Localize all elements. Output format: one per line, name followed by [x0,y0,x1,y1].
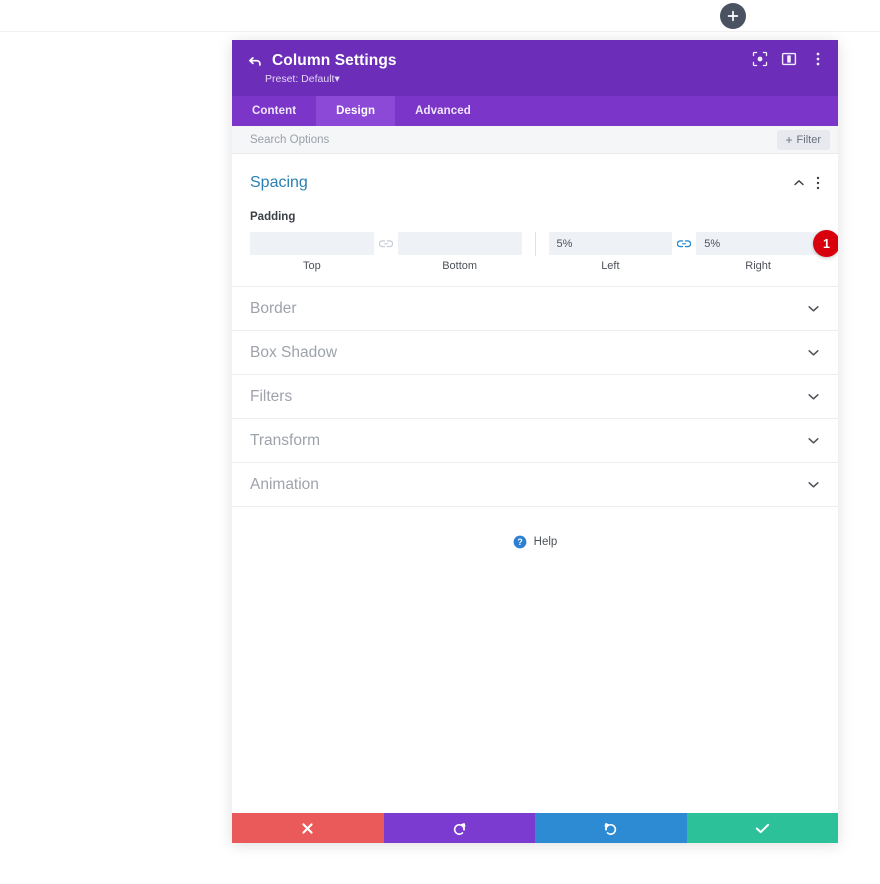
top-toolbar [0,0,880,32]
section-filters[interactable]: Filters [232,375,838,419]
section-box-shadow[interactable]: Box Shadow [232,331,838,375]
cancel-button[interactable] [232,813,384,843]
link-left-right-icon [677,239,692,247]
padding-bottom-input[interactable] [397,232,522,255]
preset-selector[interactable]: Preset: Default▾ [265,73,822,85]
tab-design[interactable]: Design [316,96,396,126]
redo-arrow-icon [604,822,617,835]
section-spacing-header[interactable]: Spacing [250,174,820,192]
save-button[interactable] [686,813,838,843]
section-box-shadow-title: Box Shadow [250,343,338,361]
check-icon [755,823,769,833]
page-title: Column Settings [272,52,397,69]
page-root: Column Settings Preset: Default▾ Content… [0,0,880,884]
padding-bottom-cell: Bottom [397,232,522,272]
section-spacing-title: Spacing [250,174,308,191]
settings-body: Spacing Padding Top Bottom 5% Left 5% Ri… [232,154,838,813]
filter-button-label: Filter [796,133,821,146]
help-label: Help [533,536,558,548]
plus-icon [727,10,739,22]
help-link[interactable]: ? Help [232,507,838,549]
section-border[interactable]: Border [232,287,838,331]
chevron-down-icon[interactable] [807,346,820,359]
filter-button[interactable]: + Filter [776,129,830,150]
modal-header: Column Settings Preset: Default▾ [232,40,838,96]
add-module-button[interactable] [720,3,746,29]
modal-header-actions [752,51,826,67]
padding-bottom-caption: Bottom [442,260,478,272]
back-arrow-icon[interactable] [248,54,263,69]
modal-tabs: Content Design Advanced [232,96,838,126]
chevron-down-icon[interactable] [807,478,820,491]
tab-advanced[interactable]: Advanced [395,96,491,126]
padding-left-right-group: Left Right [548,232,820,272]
modal-action-bar [232,813,838,843]
section-transform-title: Transform [250,431,321,449]
padding-top-caption: Top [303,260,321,272]
chevron-down-icon[interactable] [807,302,820,315]
padding-left-cell: Left [548,232,673,272]
section-animation-title: Animation [250,475,319,493]
padding-top-bottom-group: Top Bottom [250,232,522,272]
section-spacing-actions [793,176,820,190]
padding-right-input[interactable] [696,232,820,255]
section-spacing: Spacing Padding Top Bottom 5% Left 5% Ri… [232,154,838,287]
preset-caret-icon: ▾ [334,73,340,85]
section-transform[interactable]: Transform [232,419,838,463]
padding-left-input[interactable] [548,232,673,255]
preset-label: Preset: Default [265,73,335,85]
chevron-up-icon[interactable] [793,177,805,189]
link-top-bottom-button[interactable] [374,232,398,255]
padding-inputs-row: Top Bottom 5% Left 5% Right 1 [250,230,838,272]
split-view-icon[interactable] [781,51,797,67]
padding-right-caption: Right [745,260,771,272]
section-filters-title: Filters [250,387,293,405]
padding-field-label: Padding [250,211,296,223]
chevron-down-icon[interactable] [807,434,820,447]
focus-target-icon[interactable] [752,51,768,67]
search-input[interactable] [250,133,777,146]
section-border-title: Border [250,299,297,317]
more-options-icon[interactable] [810,51,826,67]
close-x-icon [302,822,313,834]
column-settings-modal: Column Settings Preset: Default▾ Content… [232,40,838,843]
link-left-right-button[interactable] [672,232,696,255]
svg-text:?: ? [517,537,522,547]
more-options-icon[interactable] [816,176,820,190]
plus-icon: + [785,132,793,147]
padding-group-divider [534,232,536,256]
padding-left-caption: Left [601,260,620,272]
chevron-down-icon[interactable] [807,390,820,403]
modal-title-row: Column Settings [248,52,822,70]
section-animation[interactable]: Animation [232,463,838,507]
redo-button[interactable] [535,813,687,843]
help-circle-icon: ? [513,535,527,549]
padding-top-input[interactable] [250,232,374,255]
search-bar: + Filter [232,126,838,154]
padding-top-cell: Top [250,232,374,272]
link-top-bottom-icon [378,239,393,247]
padding-right-cell: Right [696,232,820,272]
status-badge: 1 [813,230,838,257]
undo-button[interactable] [383,813,535,843]
undo-arrow-icon [453,822,466,835]
tab-content[interactable]: Content [232,96,316,126]
